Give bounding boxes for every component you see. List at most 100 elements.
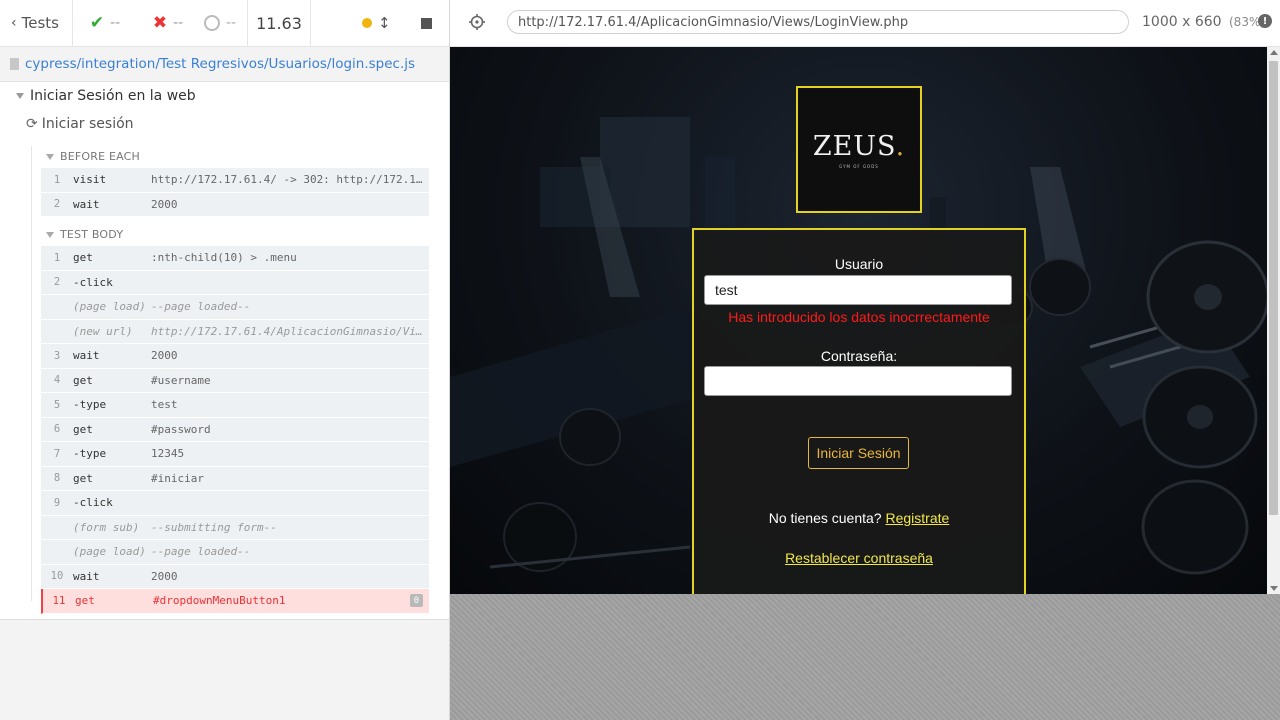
command-row[interactable]: (page load) --page loaded--	[41, 295, 429, 320]
command-number: 5	[53, 398, 61, 411]
command-number: 9	[53, 496, 61, 509]
running-indicator-icon	[362, 18, 372, 28]
command-row[interactable]: (new url) http://172.17.61.4/AplicacionGi…	[41, 319, 429, 344]
command-row[interactable]: 11 get #dropdownMenuButton1 0	[41, 589, 429, 614]
caret-down-icon	[46, 231, 54, 238]
aut-backdrop	[450, 594, 1280, 720]
command-row[interactable]: 4 get #username	[41, 368, 429, 393]
command-name: -type	[73, 398, 107, 412]
command-message: --page loaded--	[151, 300, 251, 314]
register-link[interactable]: Registrate	[885, 510, 949, 526]
chevron-left-icon: ‹	[11, 15, 17, 31]
command-row[interactable]: 5 -type test	[41, 393, 429, 418]
username-label: Usuario	[834, 256, 884, 272]
file-icon	[10, 58, 19, 70]
passed-stat: ✔ --	[74, 0, 136, 46]
test-body-hook-title[interactable]: TEST BODY	[46, 228, 123, 241]
command-row[interactable]: 7 -type 12345	[41, 442, 429, 467]
login-error-message: Has introducido los datos inocrrectament…	[728, 309, 990, 325]
caret-down-icon	[46, 153, 54, 160]
command-name: wait	[73, 197, 100, 211]
password-label: Contraseña:	[820, 348, 898, 364]
tests-back-button[interactable]: ‹ Tests	[0, 0, 70, 46]
command-name: visit	[73, 173, 107, 187]
command-row[interactable]: 10 wait 2000	[41, 564, 429, 589]
command-row[interactable]: 9 -click	[41, 491, 429, 516]
scroll-thumb[interactable]	[1269, 61, 1278, 515]
refresh-icon: ⟳	[26, 116, 38, 132]
logo-tagline: GYM OF GODS	[839, 163, 879, 169]
info-icon[interactable]: !	[1258, 14, 1272, 28]
command-name: (form sub)	[73, 520, 140, 534]
test-title[interactable]: ⟳ Iniciar sesión	[26, 116, 134, 132]
x-icon: ✖	[152, 13, 168, 33]
command-row[interactable]: 6 get #password	[41, 417, 429, 442]
test-reporter: ‹ Tests ✔ -- ✖ -- -- 11.63 ↕ cypress/int…	[0, 0, 450, 720]
stop-icon[interactable]	[420, 17, 432, 29]
divider	[247, 0, 248, 46]
command-row[interactable]: 8 get #iniciar	[41, 466, 429, 491]
command-name: (page load)	[73, 545, 146, 559]
command-name: wait	[73, 569, 100, 583]
command-number: 6	[53, 423, 61, 436]
command-name: get	[73, 373, 93, 387]
reset-password-link[interactable]: Restablecer contraseña	[785, 550, 933, 566]
username-input[interactable]: test	[704, 275, 1012, 305]
scroll-up-arrow-icon[interactable]	[1270, 50, 1278, 55]
logo-text: ZEUS.	[813, 131, 905, 162]
command-name: -type	[73, 447, 107, 461]
command-message: :nth-child(10) > .menu	[151, 251, 297, 265]
viewport-size: 1000 x 660 (83%)	[1142, 14, 1265, 30]
command-number: 4	[53, 374, 61, 387]
command-message: 12345	[151, 447, 185, 461]
command-name: -click	[73, 275, 113, 289]
duration-display: 11.63	[256, 13, 302, 33]
auto-scroll-icon[interactable]: ↕	[378, 14, 391, 32]
register-prompt: No tienes cuenta? Registrate	[694, 510, 1024, 526]
command-number: 2	[53, 276, 61, 289]
command-message: --page loaded--	[151, 545, 251, 559]
suite-title[interactable]: Iniciar Sesión en la web	[16, 88, 196, 104]
login-submit-button[interactable]: Iniciar Sesión	[808, 437, 909, 469]
command-number: 1	[53, 173, 61, 186]
spec-path-link[interactable]: cypress/integration/Test Regresivos/Usua…	[25, 56, 415, 72]
test-title-text: Iniciar sesión	[41, 116, 134, 132]
reporter-header: ‹ Tests ✔ -- ✖ -- -- 11.63 ↕	[0, 0, 449, 47]
command-row[interactable]: 2 wait 2000	[41, 192, 429, 217]
command-message: #dropdownMenuButton1	[153, 594, 286, 608]
aut-header: http://172.17.61.4/AplicacionGimnasio/Vi…	[450, 0, 1280, 47]
command-row[interactable]: 3 wait 2000	[41, 344, 429, 369]
password-input[interactable]	[704, 366, 1012, 396]
failed-stat: ✖ --	[138, 0, 198, 46]
aut-url-field[interactable]: http://172.17.61.4/AplicacionGimnasio/Vi…	[507, 10, 1129, 34]
command-number: 2	[53, 198, 61, 211]
pending-stat: --	[196, 0, 244, 46]
command-number: 11	[52, 594, 66, 607]
command-message: --submitting form--	[151, 520, 277, 534]
command-row[interactable]: (page load) --page loaded--	[41, 540, 429, 565]
before-each-label: BEFORE EACH	[60, 150, 141, 163]
command-row[interactable]: (form sub) --submitting form--	[41, 515, 429, 540]
before-each-hook-title[interactable]: BEFORE EACH	[46, 150, 140, 163]
command-name: (page load)	[73, 300, 146, 314]
command-name: (new url)	[73, 324, 133, 338]
selector-playground-icon[interactable]	[469, 14, 485, 30]
pending-count: --	[225, 15, 237, 31]
aut-scrollbar[interactable]	[1267, 47, 1280, 594]
scroll-down-arrow-icon[interactable]	[1270, 586, 1278, 591]
command-row[interactable]: 2 -click	[41, 270, 429, 295]
command-row[interactable]: 1 get:nth-child(10) > .menu	[41, 246, 429, 271]
passed-count: --	[110, 15, 121, 31]
command-row[interactable]: 1 visit http://172.17.61.4/ -> 302: http:/…	[41, 168, 429, 193]
check-icon: ✔	[89, 13, 105, 33]
command-name: get	[73, 422, 93, 436]
command-number: 7	[53, 447, 61, 460]
command-number: 3	[53, 349, 61, 362]
command-message: http://172.17.61.4/ -> 302: http://172.1…	[151, 173, 429, 187]
before-each-commands: 1 visit http://172.17.61.4/ -> 302: http:/…	[41, 168, 429, 217]
tests-label: Tests	[21, 14, 59, 32]
command-number: 1	[53, 251, 61, 264]
command-name: -click	[73, 496, 113, 510]
command-message: 2000	[151, 197, 178, 211]
pending-circle-icon	[203, 15, 220, 31]
